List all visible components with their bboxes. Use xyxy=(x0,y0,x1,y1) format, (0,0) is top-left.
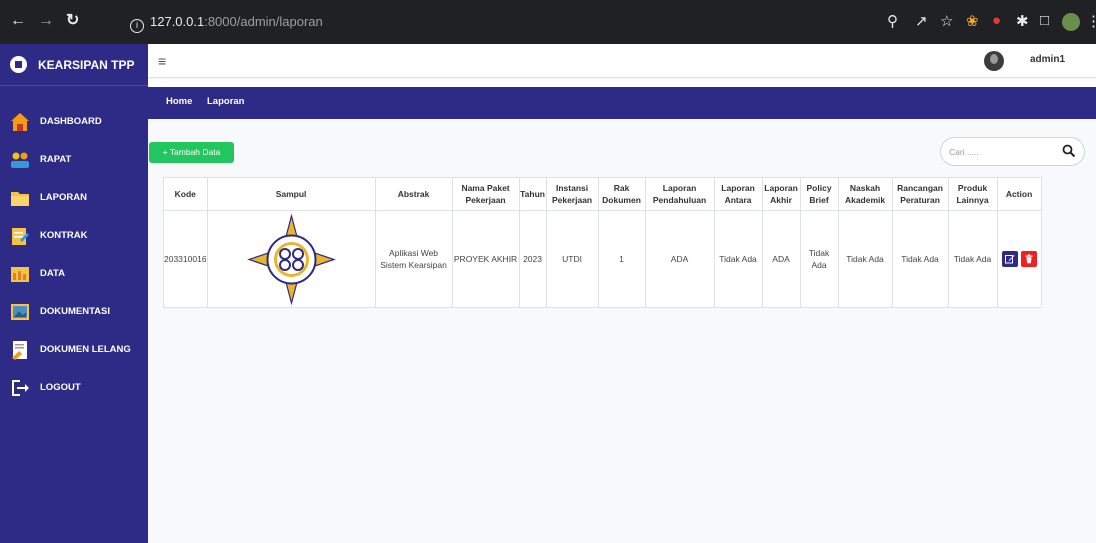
share-icon[interactable]: ↗ xyxy=(915,12,928,30)
sidebar-item-label: LAPORAN xyxy=(40,192,87,203)
sidebar-item-dokumen-lelang[interactable]: DOKUMEN LELANG xyxy=(10,340,146,362)
table-header-row: Kode Sampul Abstrak Nama Paket Pekerjaan… xyxy=(163,177,1042,211)
bookmark-star-icon[interactable]: ☆ xyxy=(940,12,953,30)
laporan-table: Kode Sampul Abstrak Nama Paket Pekerjaan… xyxy=(163,177,1042,308)
cell-laporan-pendahuluan: ADA xyxy=(644,210,715,308)
table-row: 203310016 Aplikasi Web Sistem Kearsipan … xyxy=(163,210,1042,308)
delete-button[interactable] xyxy=(1020,251,1037,267)
brand-title: KEARSIPAN TPP xyxy=(38,58,135,72)
cell-rancangan-peraturan: Tidak Ada xyxy=(891,210,949,308)
url-host: 127.0.0.1 xyxy=(150,14,205,29)
user-avatar-icon[interactable] xyxy=(984,51,1004,71)
cell-nama-paket: PROYEK AKHIR xyxy=(451,210,520,308)
column-header: Tahun xyxy=(518,177,547,211)
edit-button[interactable] xyxy=(1001,251,1018,267)
cell-rak: 1 xyxy=(597,210,646,308)
search-input[interactable] xyxy=(949,144,1054,160)
cell-laporan-antara: Tidak Ada xyxy=(713,210,763,308)
sidebar-item-laporan[interactable]: LAPORAN xyxy=(10,188,146,210)
cell-policy-brief: Tidak Ada xyxy=(799,210,839,308)
sidebar-item-rapat[interactable]: RAPAT xyxy=(10,150,146,172)
reload-icon[interactable]: ↻ xyxy=(66,13,79,29)
cell-sampul xyxy=(206,210,376,308)
sidebar: KEARSIPAN TPP DASHBOARD RAPAT LAPORAN KO… xyxy=(0,44,148,543)
column-header: Policy Brief xyxy=(799,177,839,211)
column-header: Produk Lainnya xyxy=(947,177,998,211)
meeting-icon xyxy=(11,152,29,168)
side-panel-icon[interactable]: □ xyxy=(1040,12,1049,29)
cell-tahun: 2023 xyxy=(518,210,547,308)
column-header: Laporan Pendahuluan xyxy=(644,177,715,211)
sidebar-brand[interactable]: KEARSIPAN TPP xyxy=(0,44,148,86)
column-header: Laporan Akhir xyxy=(761,177,801,211)
sidebar-item-logout[interactable]: LOGOUT xyxy=(10,378,146,400)
sidebar-item-label: DOKUMEN LELANG xyxy=(40,344,131,355)
topbar: ≡ admin1 xyxy=(148,44,1096,78)
username[interactable]: admin1 xyxy=(1030,54,1065,65)
extension-icon[interactable]: ❀ xyxy=(966,12,979,30)
auction-icon xyxy=(12,341,27,360)
breadcrumb-current: Laporan xyxy=(207,96,245,107)
brand-logo-icon xyxy=(10,56,27,73)
logout-icon xyxy=(12,380,29,396)
sidebar-item-label: DOKUMENTASI xyxy=(40,306,111,317)
data-icon xyxy=(11,267,29,282)
sidebar-item-data[interactable]: DATA xyxy=(10,264,146,286)
column-header: Laporan Antara xyxy=(713,177,763,211)
column-header: Instansi Pekerjaan xyxy=(545,177,599,211)
url-path: :8000/admin/laporan xyxy=(204,14,323,29)
column-header: Abstrak xyxy=(374,177,453,211)
cell-produk-lainnya: Tidak Ada xyxy=(947,210,998,308)
column-header: Sampul xyxy=(206,177,376,211)
sidebar-item-label: RAPAT xyxy=(40,154,72,165)
cell-abstrak: Aplikasi Web Sistem Kearsipan xyxy=(374,210,453,308)
search-icon[interactable] xyxy=(1062,144,1076,158)
profile-avatar-icon[interactable] xyxy=(1062,13,1080,31)
site-info-icon[interactable]: i xyxy=(130,19,144,33)
column-header: Nama Paket Pekerjaan xyxy=(451,177,520,211)
column-header: Rancangan Peraturan xyxy=(891,177,949,211)
cell-kode: 203310016 xyxy=(163,210,208,308)
address-bar[interactable]: i 127.0.0.1:8000/admin/laporan xyxy=(130,10,960,34)
column-header: Naskah Akademik xyxy=(837,177,893,211)
cell-naskah-akademik: Tidak Ada xyxy=(837,210,893,308)
extensions-puzzle-icon[interactable]: ✱ xyxy=(1016,12,1029,30)
ublock-icon[interactable]: ● xyxy=(992,12,1001,29)
cell-instansi: UTDI xyxy=(545,210,599,308)
sidebar-item-label: DASHBOARD xyxy=(40,116,102,127)
cover-logo-image[interactable] xyxy=(241,211,341,307)
menu-kebab-icon[interactable]: ⋮ xyxy=(1086,12,1096,30)
sidebar-item-label: LOGOUT xyxy=(40,382,81,393)
photo-icon xyxy=(11,304,29,320)
cell-action xyxy=(996,210,1042,308)
sidebar-item-label: DATA xyxy=(40,268,65,279)
trash-icon xyxy=(1025,254,1033,264)
cell-laporan-akhir: ADA xyxy=(761,210,801,308)
add-data-button[interactable]: + Tambah Data xyxy=(149,142,234,163)
folder-icon xyxy=(11,192,29,206)
sidebar-item-label: KONTRAK xyxy=(40,230,88,241)
column-header: Rak Dokumen xyxy=(597,177,646,211)
breadcrumb-home[interactable]: Home xyxy=(166,96,192,107)
home-icon xyxy=(11,113,29,131)
forward-icon[interactable]: → xyxy=(38,13,54,29)
hamburger-menu-icon[interactable]: ≡ xyxy=(158,53,166,69)
breadcrumb: Home Laporan xyxy=(148,87,1096,119)
browser-chrome: ← → ↻ i 127.0.0.1:8000/admin/laporan ⚲ ↗ … xyxy=(0,0,1096,44)
back-icon[interactable]: ← xyxy=(10,13,26,29)
sidebar-item-kontrak[interactable]: KONTRAK xyxy=(10,226,146,248)
contract-icon xyxy=(12,228,29,245)
zoom-icon[interactable]: ⚲ xyxy=(887,12,898,30)
sidebar-item-dashboard[interactable]: DASHBOARD xyxy=(10,112,146,134)
column-header: Kode xyxy=(163,177,208,211)
edit-icon xyxy=(1004,255,1015,264)
search-box xyxy=(940,137,1085,166)
sidebar-item-dokumentasi[interactable]: DOKUMENTASI xyxy=(10,302,146,324)
column-header: Action xyxy=(996,177,1042,211)
